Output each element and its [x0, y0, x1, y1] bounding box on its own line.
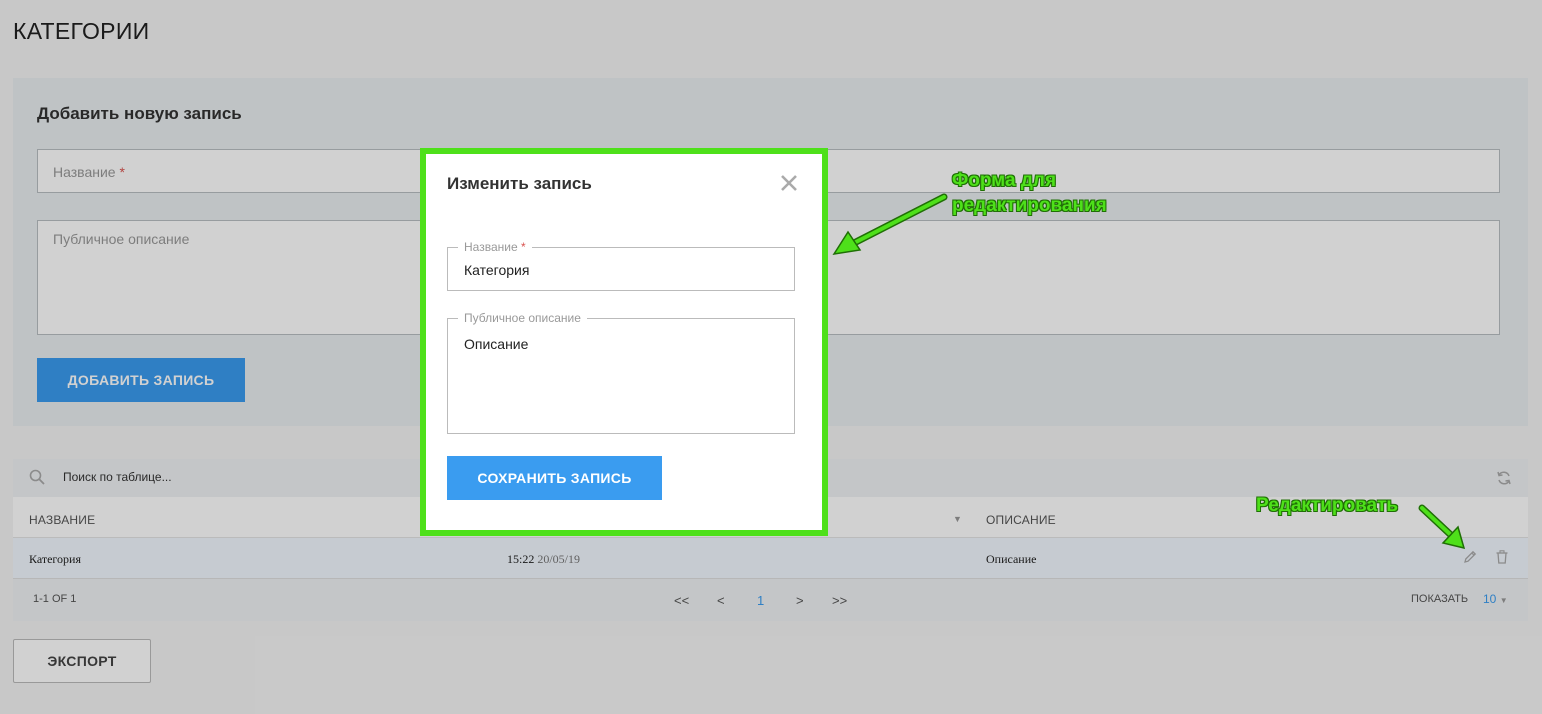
form-arrow: [832, 193, 948, 255]
edit-arrow: [1418, 504, 1466, 550]
annotation-edit-form: Форма для редактирования: [952, 170, 1107, 216]
annotation-edit: Редактировать: [1256, 495, 1399, 516]
annotation-arrows: [832, 193, 1466, 550]
